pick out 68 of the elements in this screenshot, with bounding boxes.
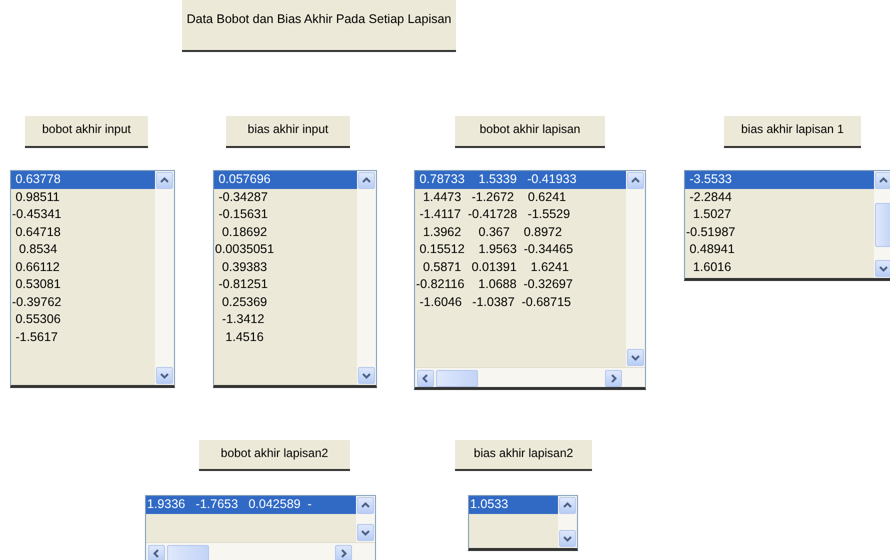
list-item[interactable]: 0.55306: [11, 311, 155, 328]
scroll-down-icon[interactable]: [559, 530, 576, 547]
list-box[interactable]: 1.9336 -1.7653 0.042589 -: [145, 495, 376, 560]
window-title: Data Bobot dan Bias Akhir Pada Setiap Lapisan: [182, 0, 456, 52]
scroll-up-icon[interactable]: [627, 172, 644, 189]
list-item[interactable]: -0.39762: [11, 294, 155, 311]
list-item[interactable]: -0.45341: [11, 206, 155, 224]
list-item[interactable]: -3.5533: [685, 171, 874, 188]
list-item[interactable]: -0.82116 1.0688 -0.32697: [415, 276, 626, 294]
list-item[interactable]: -1.4117 -0.41728 -1.5529: [415, 206, 626, 224]
list-item[interactable]: 0.39383: [214, 258, 357, 276]
list-item[interactable]: -1.3412: [214, 311, 357, 328]
list-item[interactable]: 1.4473 -1.2672 0.6241: [415, 188, 626, 206]
list-item[interactable]: -1.6046 -1.0387 -0.68715: [415, 294, 626, 311]
list-item[interactable]: -2.2844: [685, 188, 874, 206]
scroll-up-icon[interactable]: [358, 172, 375, 189]
list-item[interactable]: 1.3962 0.367 0.8972: [415, 224, 626, 241]
list-item[interactable]: -1.5617: [11, 328, 155, 346]
list-label: bobot akhir lapisan: [455, 116, 605, 148]
list-box[interactable]: 1.0533: [468, 495, 578, 551]
list-item[interactable]: 0.63778: [11, 171, 155, 188]
list-item[interactable]: -0.81251: [214, 276, 357, 294]
list-item[interactable]: 1.5027: [685, 206, 874, 224]
scroll-right-icon[interactable]: [605, 370, 622, 386]
list-item[interactable]: -0.15631: [214, 206, 357, 224]
list-label: bias akhir lapisan 1: [724, 116, 861, 148]
list-box[interactable]: 0.78733 1.5339 -0.41933 1.4473 -1.2672 0.6241 -1.4117 -0.41728 -1.5529 1.3962 0.367 0.8972 0.15512 1.9563 -0.34465 0.5871 0.01391 1.6241 -0.82116 1.0688 -0.32697 -1.6046 -1.0387 -0.68715: [414, 170, 646, 390]
list-label: bobot akhir input: [25, 116, 148, 148]
list-item[interactable]: 1.6016: [685, 258, 874, 276]
list-box[interactable]: 0.63778 0.98511 -0.45341 0.64718 0.8534 0.66112 0.53081 -0.39762 0.55306 -1.5617: [10, 170, 175, 388]
scroll-down-icon[interactable]: [627, 349, 644, 366]
scroll-up-icon[interactable]: [559, 497, 576, 514]
list-item[interactable]: 0.98511: [11, 188, 155, 206]
scroll-thumb[interactable]: [167, 544, 209, 560]
list-item[interactable]: 1.4516: [214, 328, 357, 346]
list-box[interactable]: -3.5533 -2.2844 1.5027 -0.51987 0.48941 1.6016: [684, 170, 890, 281]
list-item[interactable]: 0.48941: [685, 241, 874, 258]
list-item[interactable]: 1.0533: [469, 496, 558, 514]
scroll-up-icon[interactable]: [357, 497, 374, 514]
scroll-left-icon[interactable]: [417, 370, 434, 386]
list-item[interactable]: -0.34287: [214, 188, 357, 206]
list-label: bias akhir input: [226, 116, 350, 148]
scroll-left-icon[interactable]: [148, 544, 165, 560]
list-item[interactable]: 0.64718: [11, 224, 155, 241]
list-item[interactable]: 0.15512 1.9563 -0.34465: [415, 241, 626, 258]
list-item[interactable]: 0.78733 1.5339 -0.41933: [415, 171, 626, 188]
list-item[interactable]: 0.5871 0.01391 1.6241: [415, 258, 626, 276]
scroll-down-icon[interactable]: [875, 260, 890, 277]
scroll-thumb[interactable]: [875, 202, 890, 246]
list-item[interactable]: 0.0035051: [214, 241, 357, 258]
list-label: bobot akhir lapisan2: [199, 440, 350, 471]
list-item[interactable]: 0.8534: [11, 241, 155, 258]
list-item[interactable]: 0.25369: [214, 294, 357, 311]
scroll-down-icon[interactable]: [357, 524, 374, 541]
list-item[interactable]: 0.53081: [11, 276, 155, 294]
list-item[interactable]: 0.057696: [214, 171, 357, 188]
list-item[interactable]: -0.51987: [685, 224, 874, 241]
scroll-up-icon[interactable]: [875, 172, 890, 189]
scroll-thumb[interactable]: [436, 370, 478, 386]
scroll-down-icon[interactable]: [358, 367, 375, 384]
list-item[interactable]: 0.66112: [11, 258, 155, 276]
list-item[interactable]: 0.18692: [214, 224, 357, 241]
scroll-down-icon[interactable]: [156, 367, 173, 384]
scroll-up-icon[interactable]: [156, 172, 173, 189]
list-label: bias akhir lapisan2: [455, 440, 592, 471]
list-box[interactable]: 0.057696 -0.34287 -0.15631 0.18692 0.0035051 0.39383 -0.81251 0.25369 -1.3412 1.4516: [213, 170, 377, 388]
list-item[interactable]: 1.9336 -1.7653 0.042589 -: [146, 496, 356, 514]
scroll-right-icon[interactable]: [335, 544, 352, 560]
